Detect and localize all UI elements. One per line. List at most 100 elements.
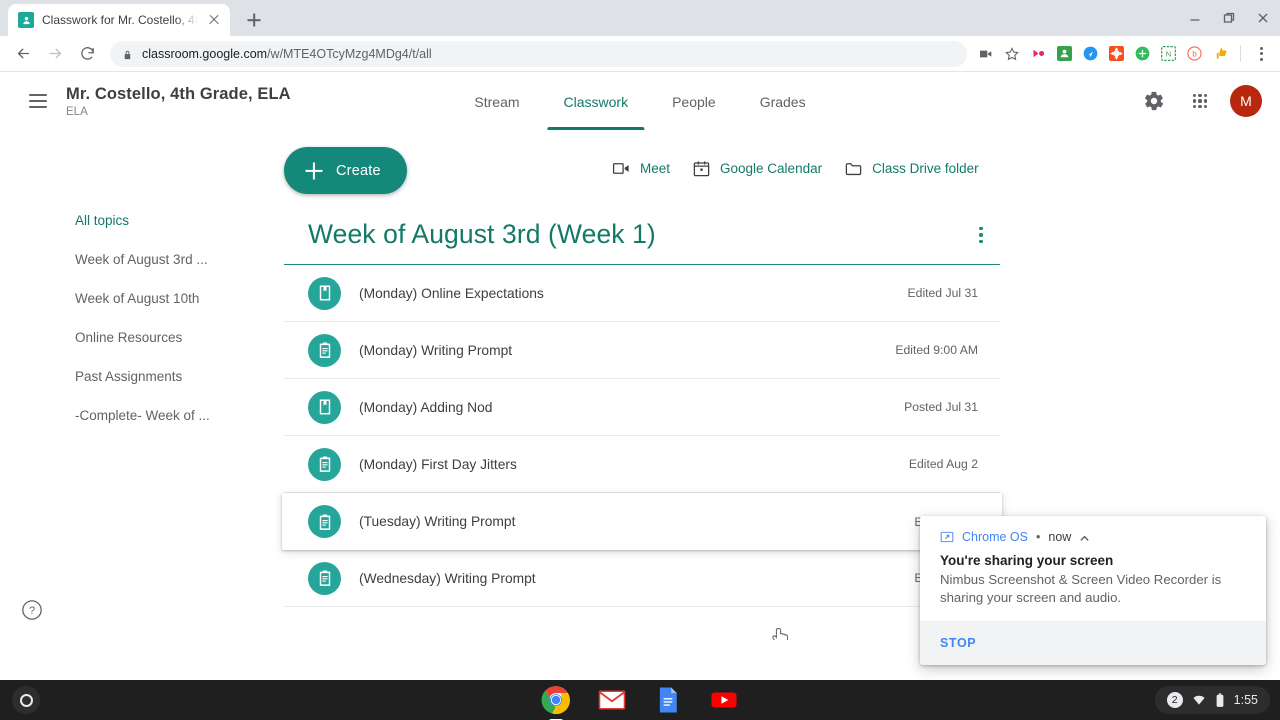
classwork-row-hovered[interactable]: (Tuesday) Writing Prompt Edited Jul 2 [282,493,1002,550]
notification-actions: STOP [920,621,1266,665]
hamburger-icon[interactable] [18,81,58,121]
chrome-app-icon[interactable] [541,685,571,715]
class-drive-folder-link[interactable]: Class Drive folder [844,159,979,178]
maximize-icon[interactable] [1212,0,1246,36]
assignment-clipboard-icon [308,333,341,367]
reload-icon[interactable] [72,39,102,69]
shelf-apps [541,685,739,715]
pear-deck-ext-icon[interactable] [1027,43,1049,65]
sidebar-item-online-resources[interactable]: Online Resources [75,318,262,357]
youtube-app-icon[interactable] [709,685,739,715]
video-camera-icon [612,163,629,174]
battery-icon [1216,692,1224,707]
create-button[interactable]: Create [284,147,407,194]
create-action-row: Create [284,147,407,194]
gmail-app-icon[interactable] [597,685,627,715]
chevron-up-icon[interactable] [1079,531,1090,542]
chrome-menu-icon[interactable] [1250,43,1272,65]
window-controls [1178,0,1280,36]
browser-tab[interactable]: Classwork for Mr. Costello, 4th G [8,4,230,36]
classroom-ext-icon[interactable] [1053,43,1075,65]
classwork-date: Edited Jul 31 [907,286,978,300]
more-vert-icon[interactable] [966,220,996,250]
notification-source: Chrome OS • now [940,530,1248,544]
tab-title: Classwork for Mr. Costello, 4th G [42,13,198,27]
tab-close-icon[interactable] [206,12,222,28]
url-text: classroom.google.com/w/MTE4OTcyMzg4MDg4/… [142,47,432,61]
classwork-title: (Monday) First Day Jitters [359,456,517,472]
svg-text:b: b [1192,50,1197,59]
classwork-title: (Tuesday) Writing Prompt [359,514,516,529]
tab-stream[interactable]: Stream [452,74,541,130]
sidebar-item-past-assignments[interactable]: Past Assignments [75,357,262,396]
close-icon[interactable] [1246,0,1280,36]
nimbus-n-ext-icon[interactable]: N [1157,43,1179,65]
toolbar-icons: N b [975,43,1272,65]
classwork-row[interactable]: (Monday) Online Expectations Edited Jul … [284,265,1000,322]
classwork-row[interactable]: (Monday) Adding Nod Posted Jul 31 [284,379,1000,436]
classwork-row[interactable]: (Monday) Writing Prompt Edited 9:00 AM [284,322,1000,379]
meet-link[interactable]: Meet [612,159,670,178]
avatar[interactable]: M [1230,85,1262,117]
green-plus-ext-icon[interactable] [1131,43,1153,65]
class-name: Mr. Costello, 4th Grade, ELA [66,84,291,103]
mouse-cursor [772,627,792,640]
back-arrow-icon[interactable] [8,39,38,69]
minimize-icon[interactable] [1178,0,1212,36]
google-docs-app-icon[interactable] [653,685,683,715]
chromeos-shelf: 2 1:55 [0,680,1280,720]
apps-grid-icon[interactable] [1184,85,1216,117]
classroom-nav-tabs: Stream Classwork People Grades [452,73,827,130]
bitmoji-ext-icon[interactable]: b [1183,43,1205,65]
launcher-circle-icon[interactable] [12,686,40,714]
share-screen-icon [940,531,954,542]
screen-record-icon[interactable] [975,43,997,65]
tab-grades[interactable]: Grades [738,74,828,130]
svg-text:?: ? [29,605,35,617]
topics-sidebar: All topics Week of August 3rd ... Week o… [0,201,262,435]
new-tab-button[interactable] [240,6,268,34]
system-tray[interactable]: 2 1:55 [1154,686,1270,714]
orange-square-ext-icon[interactable] [1105,43,1127,65]
thumbs-up-ext-icon[interactable] [1209,43,1231,65]
classwork-row[interactable]: (Monday) First Day Jitters Edited Aug 2 [284,436,1000,493]
url-path: /w/MTE4OTcyMzg4MDg4/t/all [267,46,432,61]
sidebar-item-week-august-3rd[interactable]: Week of August 3rd ... [75,240,262,279]
toolbar-divider [1240,45,1241,62]
clock-time: 1:55 [1233,693,1258,707]
notification-time: now [1048,529,1072,544]
material-book-icon [308,390,341,424]
stop-sharing-button[interactable]: STOP [940,636,976,650]
classwork-main: Week of August 3rd (Week 1) (Monday) Onl… [282,201,1002,607]
assignment-clipboard-icon [308,447,341,481]
folder-icon [845,163,862,176]
notification-title: You're sharing your screen [940,552,1114,568]
gear-icon[interactable] [1138,85,1170,117]
notification-separator: • [1036,529,1041,544]
notification-message: Nimbus Screenshot & Screen Video Recorde… [940,571,1222,605]
sidebar-item-week-august-10th[interactable]: Week of August 10th [75,279,262,318]
create-button-label: Create [336,162,381,179]
help-circle-icon[interactable]: ? [21,599,43,621]
calendar-icon [693,161,710,177]
google-calendar-link[interactable]: Google Calendar [692,159,822,178]
classwork-date: Posted Jul 31 [904,400,978,414]
material-book-icon [308,276,341,310]
sidebar-item-complete-week-of[interactable]: -Complete- Week of ... [75,396,262,435]
meet-label: Meet [640,161,671,176]
plus-icon [304,161,323,180]
bookmark-star-icon[interactable] [1001,43,1023,65]
wifi-icon [1193,695,1205,705]
sidebar-item-all-topics[interactable]: All topics [75,201,262,240]
class-drive-folder-label: Class Drive folder [872,161,979,176]
classwork-date: Edited 9:00 AM [895,343,978,357]
classwork-row[interactable]: (Wednesday) Writing Prompt Edited Jul 2 [284,550,1000,607]
forward-arrow-icon[interactable] [40,39,70,69]
tab-classwork[interactable]: Classwork [542,74,651,130]
url-domain: classroom.google.com [142,46,268,61]
tab-people[interactable]: People [650,74,738,130]
blue-circle-ext-icon[interactable] [1079,43,1101,65]
address-bar[interactable]: classroom.google.com/w/MTE4OTcyMzg4MDg4/… [110,40,967,67]
classwork-title: (Wednesday) Writing Prompt [359,570,536,586]
class-title-block: Mr. Costello, 4th Grade, ELA ELA [66,85,291,118]
